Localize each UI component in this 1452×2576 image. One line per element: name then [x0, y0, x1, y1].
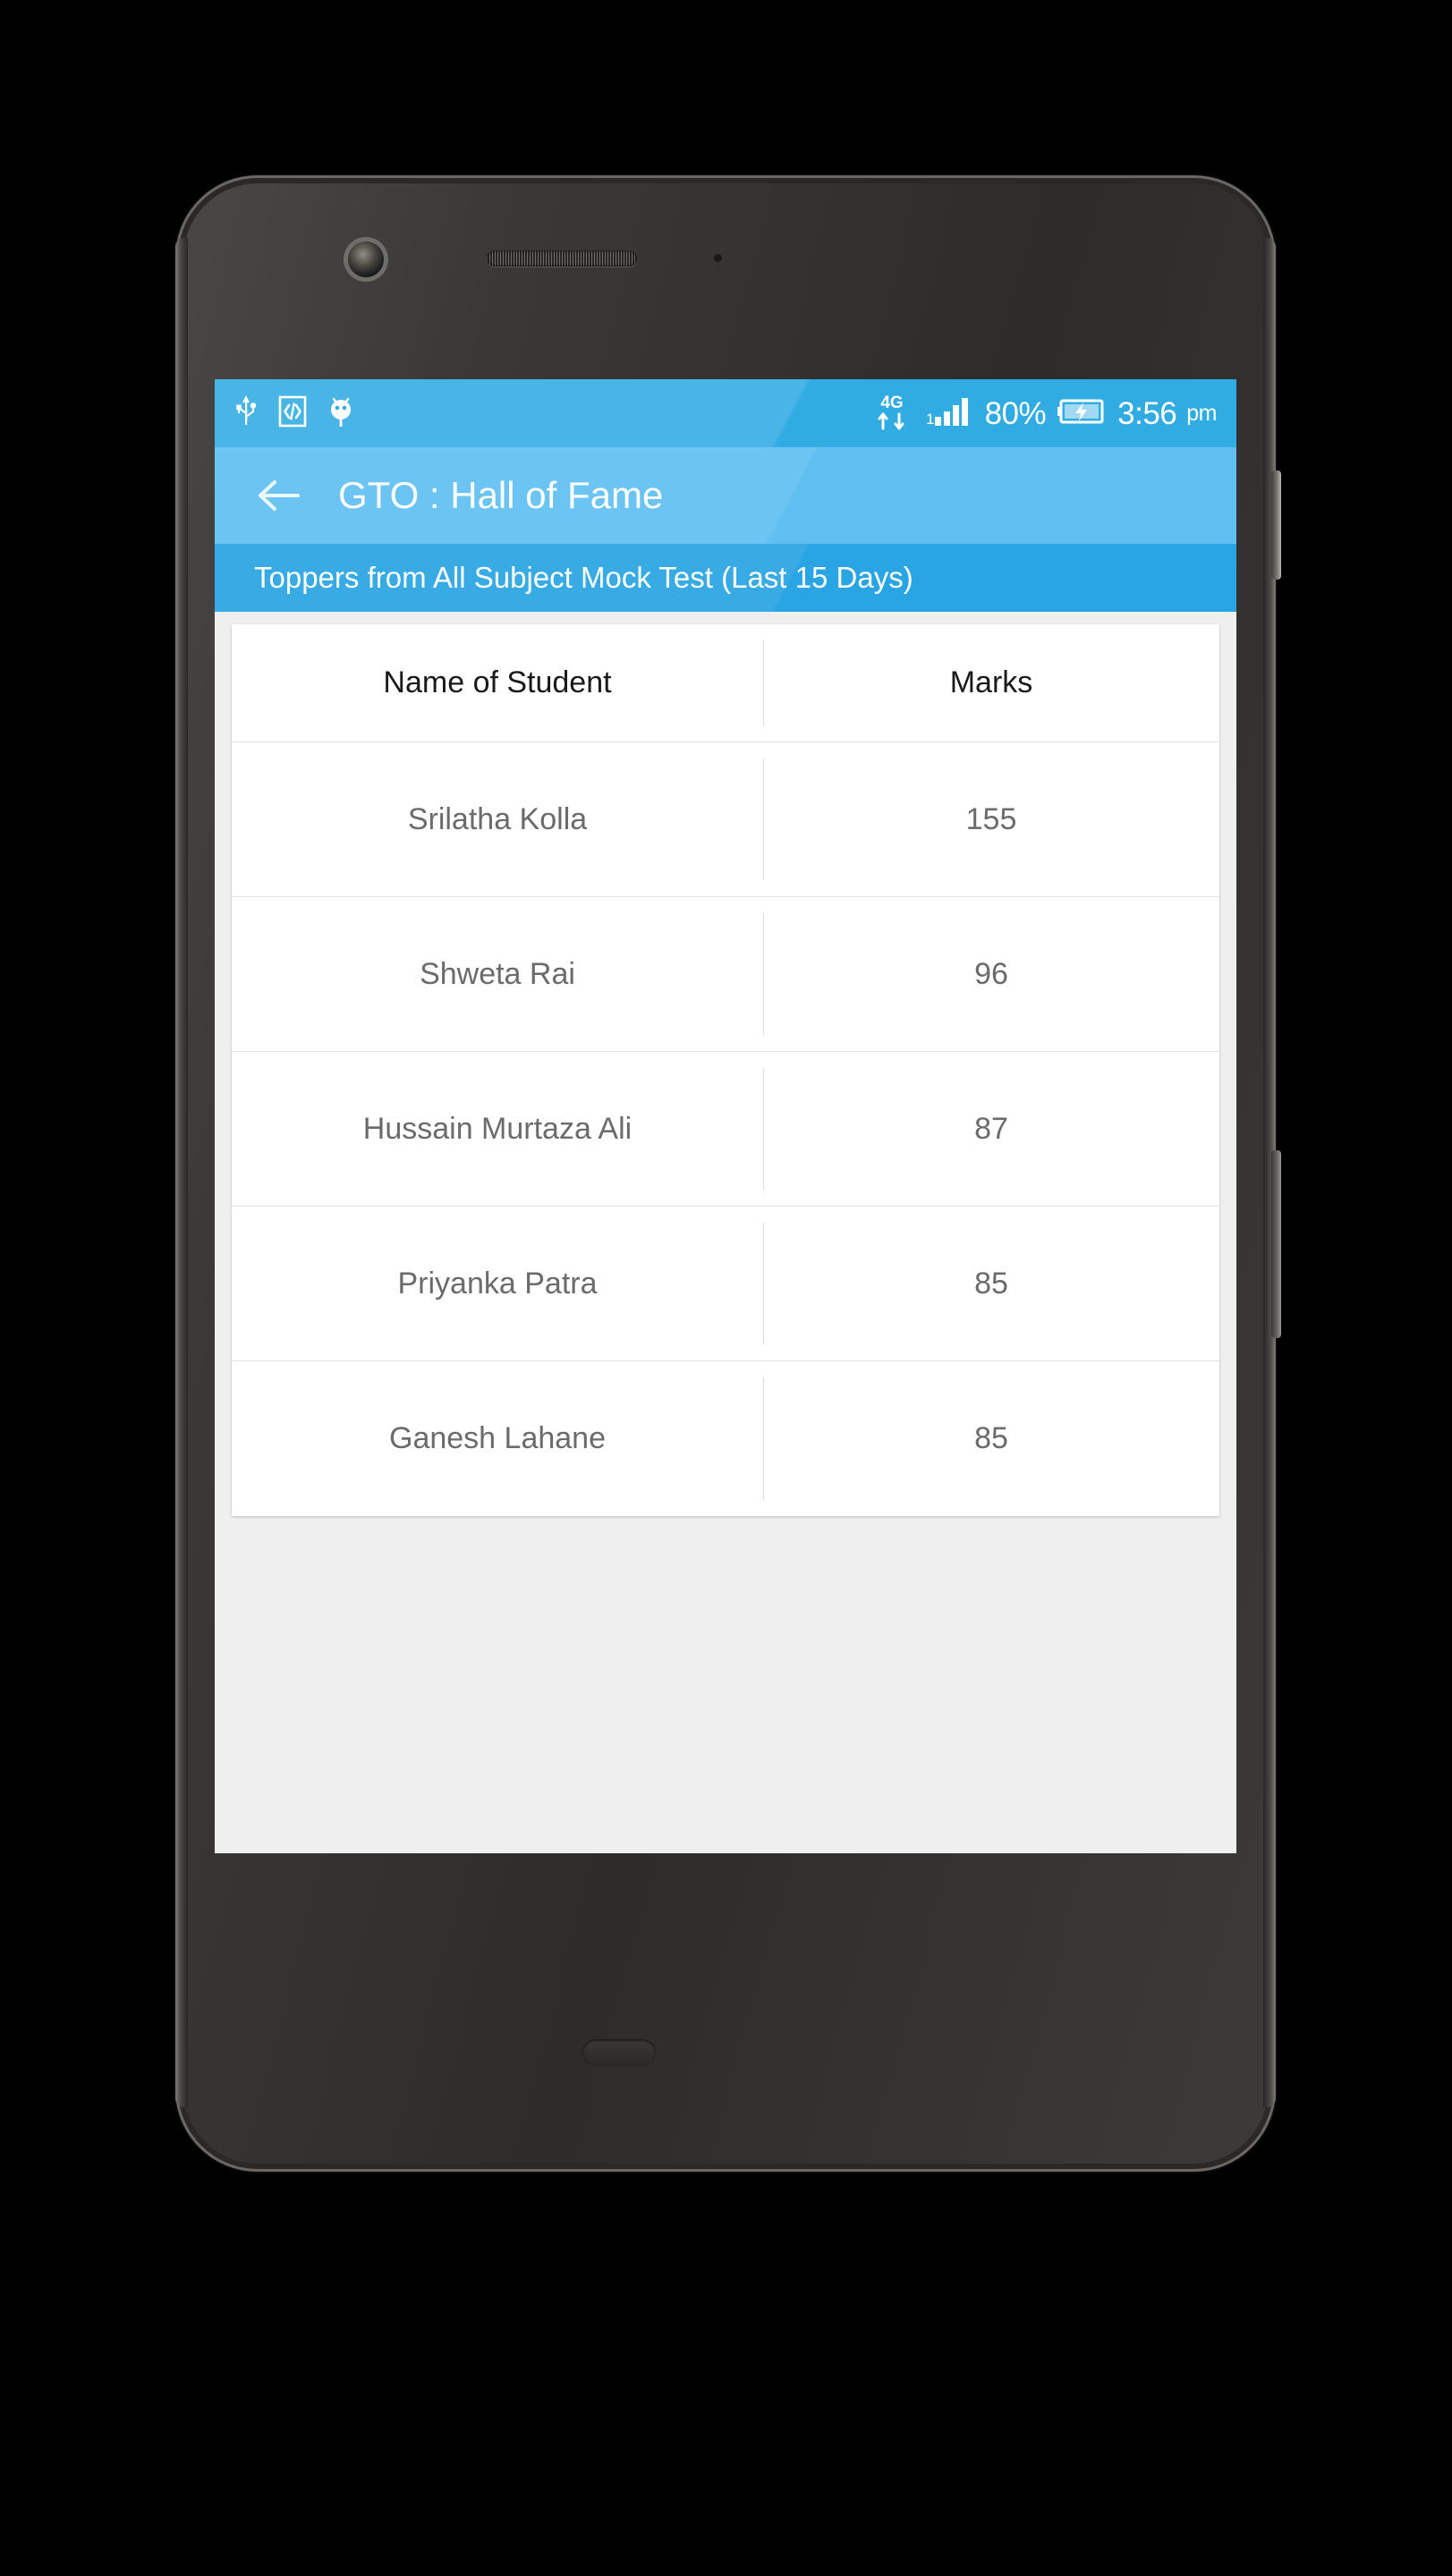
- student-name-label: Ganesh Lahane: [389, 1421, 606, 1455]
- front-camera: [348, 242, 384, 277]
- usb-icon: [234, 394, 258, 434]
- clock-ampm: pm: [1186, 400, 1217, 426]
- bottom-speaker-grille: [582, 2039, 656, 2066]
- cell-marks: 87: [763, 1052, 1219, 1206]
- battery-charging-icon: [1056, 396, 1108, 431]
- table-row[interactable]: Ganesh Lahane 85: [232, 1361, 1219, 1516]
- earpiece-speaker: [487, 250, 637, 267]
- arrow-left-icon: [259, 480, 300, 511]
- battery-percent-label: 80%: [984, 395, 1047, 431]
- column-header-name: Name of Student: [383, 665, 612, 699]
- power-button[interactable]: [1271, 470, 1281, 580]
- svg-text:1: 1: [926, 411, 934, 428]
- table-row[interactable]: Shweta Rai 96: [232, 897, 1219, 1052]
- page-title: GTO : Hall of Fame: [338, 474, 664, 516]
- student-name-label: Srilatha Kolla: [407, 801, 588, 836]
- status-bar-right-icons: 4G 1 80% 3:56 pm: [872, 391, 1217, 436]
- device-left-rail: [175, 238, 188, 2107]
- subtitle-bar: Toppers from All Subject Mock Test (Last…: [215, 544, 1236, 612]
- cell-student-name: Shweta Rai: [232, 897, 763, 1051]
- column-header-marks: Marks: [949, 665, 1033, 699]
- cell-student-name: Srilatha Kolla: [232, 742, 763, 896]
- clock-time: 3:56: [1117, 395, 1177, 431]
- table-header-row: Name of Student Marks: [232, 624, 1219, 742]
- student-name-label: Priyanka Patra: [397, 1266, 598, 1301]
- table-row[interactable]: Priyanka Patra 85: [232, 1207, 1219, 1361]
- app-bar: GTO : Hall of Fame: [215, 447, 1236, 544]
- back-navigation-button[interactable]: [249, 466, 308, 525]
- network-4g-data-icon: 4G: [872, 391, 912, 436]
- phone-screen: 4G 1 80% 3:56 pm GTO: Hall of Fame Topp…: [215, 379, 1236, 1853]
- marks-label: 96: [974, 956, 1008, 991]
- cell-student-name: Priyanka Patra: [232, 1207, 763, 1360]
- cell-student-name: Ganesh Lahane: [232, 1361, 763, 1516]
- student-name-label: Hussain Murtaza Ali: [362, 1111, 633, 1146]
- cell-marks: 85: [763, 1207, 1219, 1360]
- student-name-label: Shweta Rai: [420, 956, 575, 991]
- phone-device-frame: 4G 1 80% 3:56 pm GTO: Hall of Fame Topp…: [175, 175, 1281, 2172]
- marks-label: 87: [974, 1111, 1008, 1146]
- cell-marks: 85: [763, 1361, 1219, 1516]
- screen-lower-bezel: [215, 1853, 1236, 1854]
- status-bar: 4G 1 80% 3:56 pm: [215, 379, 1236, 447]
- marks-label: 155: [965, 801, 1017, 836]
- table-row[interactable]: Hussain Murtaza Ali 87: [232, 1052, 1219, 1207]
- volume-rocker-button[interactable]: [1271, 1150, 1281, 1338]
- toppers-table: Name of Student Marks Srilatha Kolla 155: [232, 624, 1219, 1516]
- svg-text:4G: 4G: [880, 394, 903, 412]
- signal-strength-icon: 1: [921, 394, 975, 434]
- status-bar-left-icons: [234, 394, 354, 434]
- developer-options-icon: [277, 394, 308, 434]
- cell-marks: 155: [763, 742, 1219, 896]
- header-cell-name: Name of Student: [232, 624, 763, 741]
- marks-label: 85: [974, 1266, 1008, 1301]
- content-area: Name of Student Marks Srilatha Kolla 155: [215, 612, 1236, 1853]
- cell-marks: 96: [763, 897, 1219, 1051]
- header-cell-marks: Marks: [763, 624, 1219, 741]
- marks-label: 85: [974, 1421, 1008, 1455]
- subtitle-label: Toppers from All Subject Mock Test (Last…: [254, 561, 913, 594]
- debug-bug-icon: [327, 394, 354, 434]
- table-row[interactable]: Srilatha Kolla 155: [232, 742, 1219, 897]
- proximity-sensor: [714, 254, 722, 262]
- cell-student-name: Hussain Murtaza Ali: [232, 1052, 763, 1206]
